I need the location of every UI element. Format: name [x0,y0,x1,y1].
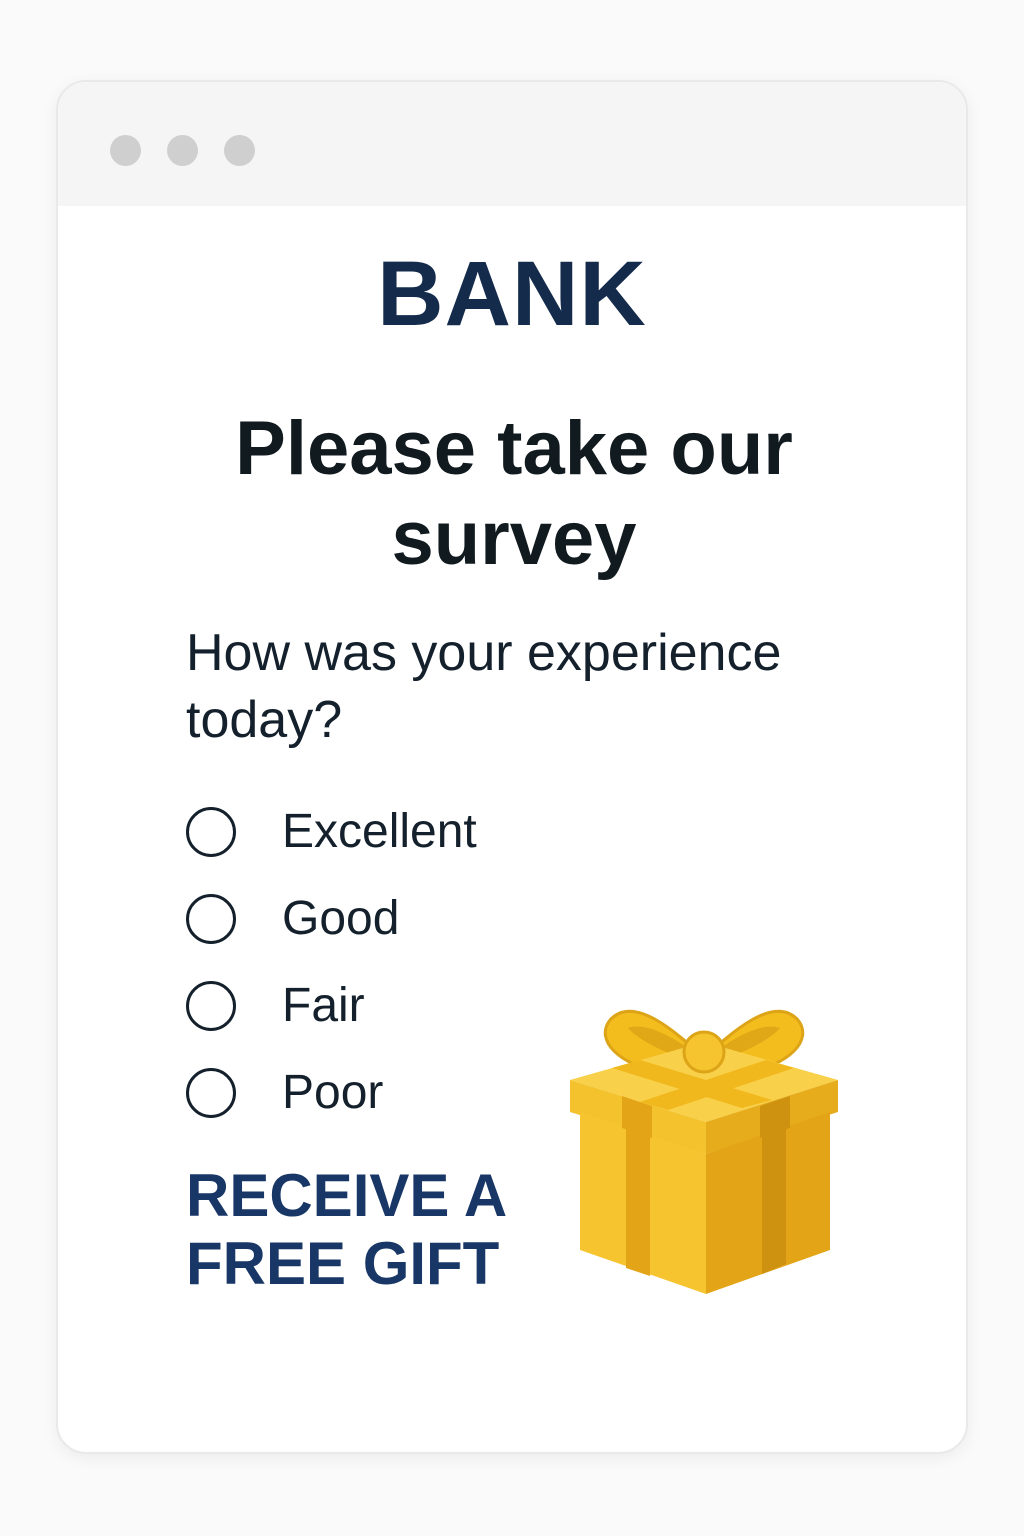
radio-button[interactable] [186,980,236,1031]
browser-window: BANK Please take our survey How was your… [56,80,968,1454]
option-good[interactable]: Good [186,875,477,962]
option-label: Excellent [282,805,477,858]
window-control-dot[interactable] [167,135,198,166]
window-control-dot[interactable] [224,135,255,166]
option-label: Good [282,892,400,945]
radio-button[interactable] [186,806,236,857]
window-control-dot[interactable] [110,135,141,166]
radio-button[interactable] [186,1067,236,1118]
survey-question: How was your experience today? [186,624,782,749]
free-gift-promo: RECEIVE A FREE GIFT [186,1162,505,1297]
option-excellent[interactable]: Excellent [186,788,477,875]
radio-button[interactable] [186,893,236,944]
gift-icon [570,1009,838,1294]
option-label: Fair [282,979,365,1032]
page-title: Please take our survey [235,406,793,581]
option-label: Poor [282,1066,384,1119]
option-poor[interactable]: Poor [186,1049,477,1136]
survey-options: Excellent Good Fair Poor [186,788,477,1136]
window-titlebar [58,82,966,206]
option-fair[interactable]: Fair [186,962,477,1049]
bank-logo-text: BANK [377,243,647,345]
